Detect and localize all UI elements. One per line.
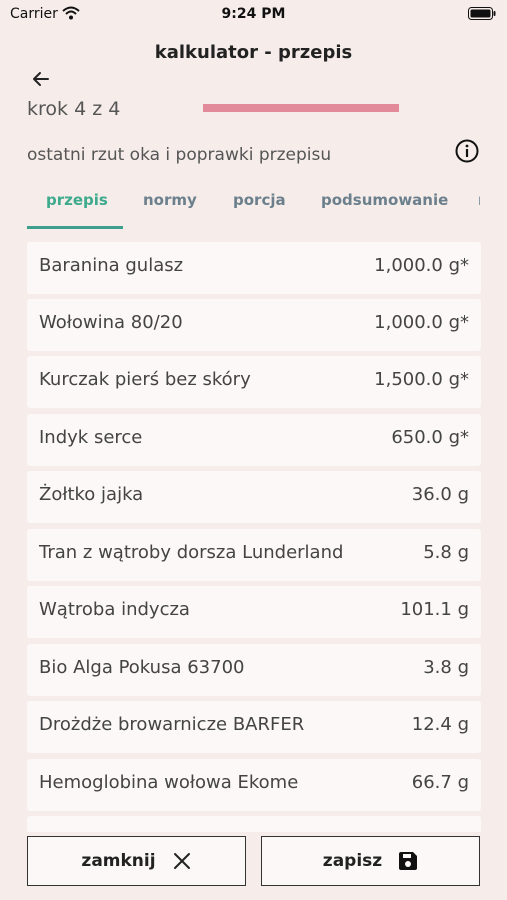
ingredient-amount: 36.0 g bbox=[411, 484, 469, 505]
close-button[interactable]: zamknij bbox=[27, 836, 246, 886]
ingredient-row[interactable]: Drożdże browarnicze BARFER 12.4 g bbox=[27, 701, 481, 753]
ingredient-name: Tran z wątroby dorsza Lunderland bbox=[39, 542, 344, 563]
ingredient-name: Żołtko jajka bbox=[39, 484, 144, 505]
ingredient-row[interactable]: Żołtko jajka 36.0 g bbox=[27, 471, 481, 523]
close-icon bbox=[173, 853, 190, 869]
ingredient-row[interactable]: Hemoglobina wołowa Ekome 66.7 g bbox=[27, 759, 481, 811]
step-description: ostatni rzut oka i poprawki przepisu bbox=[27, 145, 332, 165]
ingredient-amount: 1,000.0 g* bbox=[374, 255, 469, 276]
ingredient-amount: 12.4 g bbox=[411, 714, 469, 735]
back-arrow-icon[interactable] bbox=[30, 68, 52, 90]
save-button-label: zapisz bbox=[322, 851, 383, 871]
ingredient-name: Baranina gulasz bbox=[39, 255, 184, 276]
ingredient-name: Hemoglobina wołowa Ekome bbox=[39, 772, 299, 793]
ingredient-name: Kurczak pierś bez skóry bbox=[39, 369, 251, 390]
battery-icon bbox=[468, 7, 496, 20]
step-progress-fill bbox=[203, 104, 399, 112]
ingredient-amount: 3.8 g bbox=[423, 657, 469, 678]
close-button-label: zamknij bbox=[81, 851, 156, 871]
ingredient-amount: 650.0 g* bbox=[391, 427, 469, 448]
ingredient-row[interactable]: Wołowina 80/20 1,000.0 g* bbox=[27, 299, 481, 351]
tab-normy[interactable]: normy bbox=[143, 191, 197, 209]
ingredient-row[interactable]: Baranina gulasz 1,000.0 g* bbox=[27, 242, 481, 294]
info-icon[interactable] bbox=[455, 139, 479, 163]
step-label: krok 4 z 4 bbox=[27, 98, 121, 120]
active-tab-indicator bbox=[27, 226, 123, 229]
bottom-action-bar: zamknij zapisz bbox=[0, 832, 507, 900]
ingredient-amount: 1,500.0 g* bbox=[374, 369, 469, 390]
tab-przepis[interactable]: przepis bbox=[46, 191, 108, 209]
ingredient-row[interactable]: Tran z wątroby dorsza Lunderland 5.8 g bbox=[27, 529, 481, 581]
ingredient-amount: 66.7 g bbox=[411, 772, 469, 793]
ingredient-amount: 5.8 g bbox=[423, 542, 469, 563]
page-title: kalkulator - przepis bbox=[154, 42, 353, 63]
tab-podsumowanie[interactable]: podsumowanie bbox=[321, 191, 448, 209]
ingredient-row-partial[interactable] bbox=[27, 816, 481, 832]
status-bar: Carrier 9:24 PM bbox=[0, 0, 507, 30]
ingredient-row[interactable]: Bio Alga Pokusa 63700 3.8 g bbox=[27, 644, 481, 696]
clock: 9:24 PM bbox=[221, 6, 286, 22]
step-progress-bar bbox=[203, 104, 399, 112]
ingredient-name: Wątroba indycza bbox=[39, 599, 190, 620]
ingredient-row[interactable]: Wątroba indycza 101.1 g bbox=[27, 586, 481, 638]
ingredient-amount: 101.1 g bbox=[400, 599, 469, 620]
tab-bar: przepis normy porcja podsumowanie r bbox=[27, 186, 480, 230]
ingredient-name: Drożdże browarnicze BARFER bbox=[39, 714, 305, 735]
save-button[interactable]: zapisz bbox=[261, 836, 480, 886]
ingredient-name: Bio Alga Pokusa 63700 bbox=[39, 657, 245, 678]
ingredient-name: Indyk serce bbox=[39, 427, 143, 448]
ingredient-list: Baranina gulasz 1,000.0 g* Wołowina 80/2… bbox=[27, 242, 481, 832]
ingredient-amount: 1,000.0 g* bbox=[374, 312, 469, 333]
ingredient-name: Wołowina 80/20 bbox=[39, 312, 183, 333]
ingredient-row[interactable]: Kurczak pierś bez skóry 1,500.0 g* bbox=[27, 356, 481, 408]
tab-porcja[interactable]: porcja bbox=[233, 191, 286, 209]
ingredient-row[interactable]: Indyk serce 650.0 g* bbox=[27, 414, 481, 466]
tab-next[interactable]: r bbox=[478, 191, 480, 209]
save-icon bbox=[399, 852, 418, 870]
